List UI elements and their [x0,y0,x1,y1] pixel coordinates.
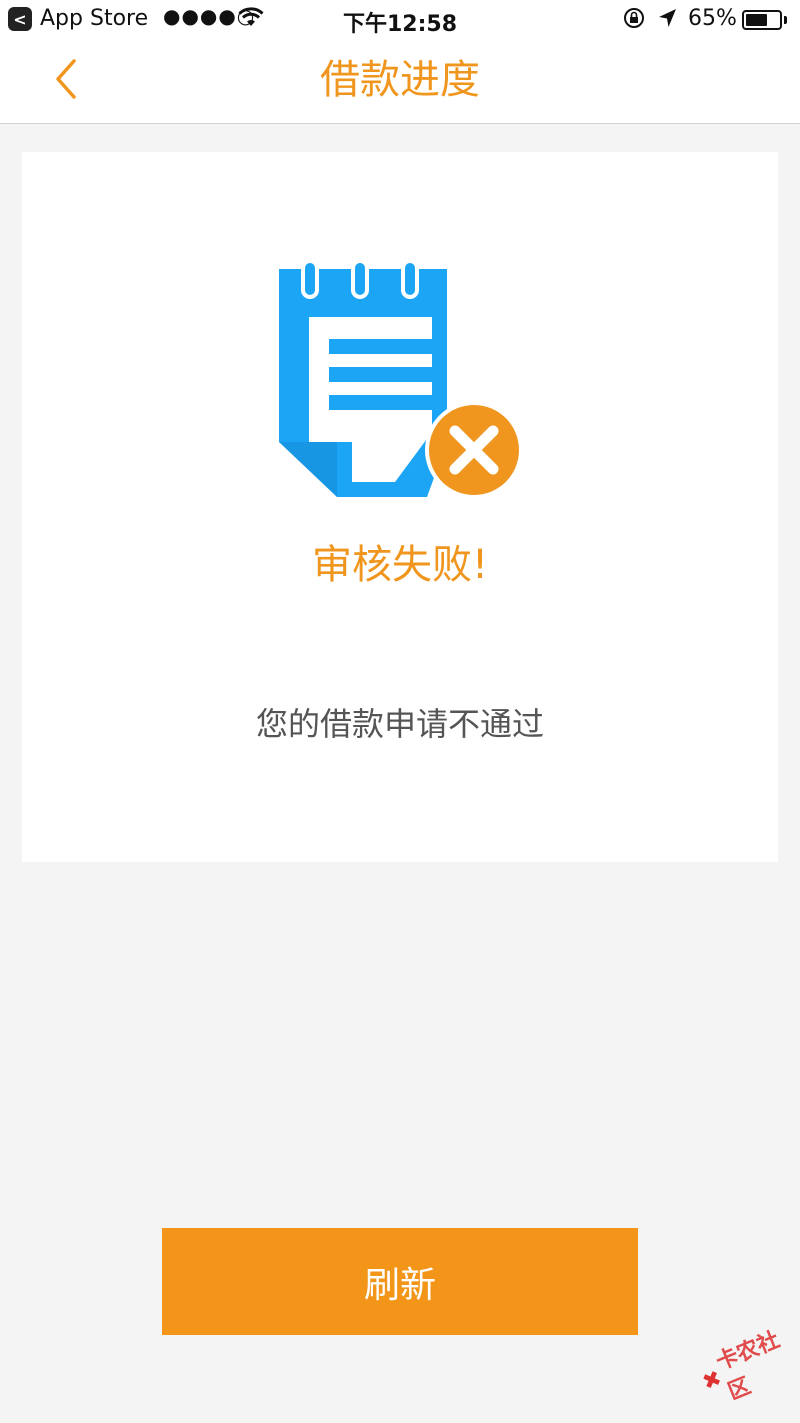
clock-time: 下午12:58 [342,12,458,37]
battery-icon [742,10,782,30]
watermark: ✖ 卡农社区 [692,1320,800,1412]
watermark-text: 卡农社区 [712,1327,784,1406]
battery-fill [746,14,767,26]
result-message: 您的借款申请不通过 [255,705,544,743]
result-card: 审核失败! 您的借款申请不通过 [22,152,778,862]
battery-tip [784,16,787,24]
refresh-button[interactable]: 刷新 [162,1228,638,1335]
rotation-lock-icon [622,6,646,36]
result-title: 审核失败! [311,542,489,588]
page-title: 借款进度 [320,57,480,103]
navigation-bar: 借款进度 [0,40,800,124]
status-bar: < App Store ●●●●○ 下午12:58 65% [0,0,800,40]
notepad-rejected-icon [279,259,523,497]
battery-percent: 65% [688,6,737,31]
location-arrow-icon [656,6,678,36]
